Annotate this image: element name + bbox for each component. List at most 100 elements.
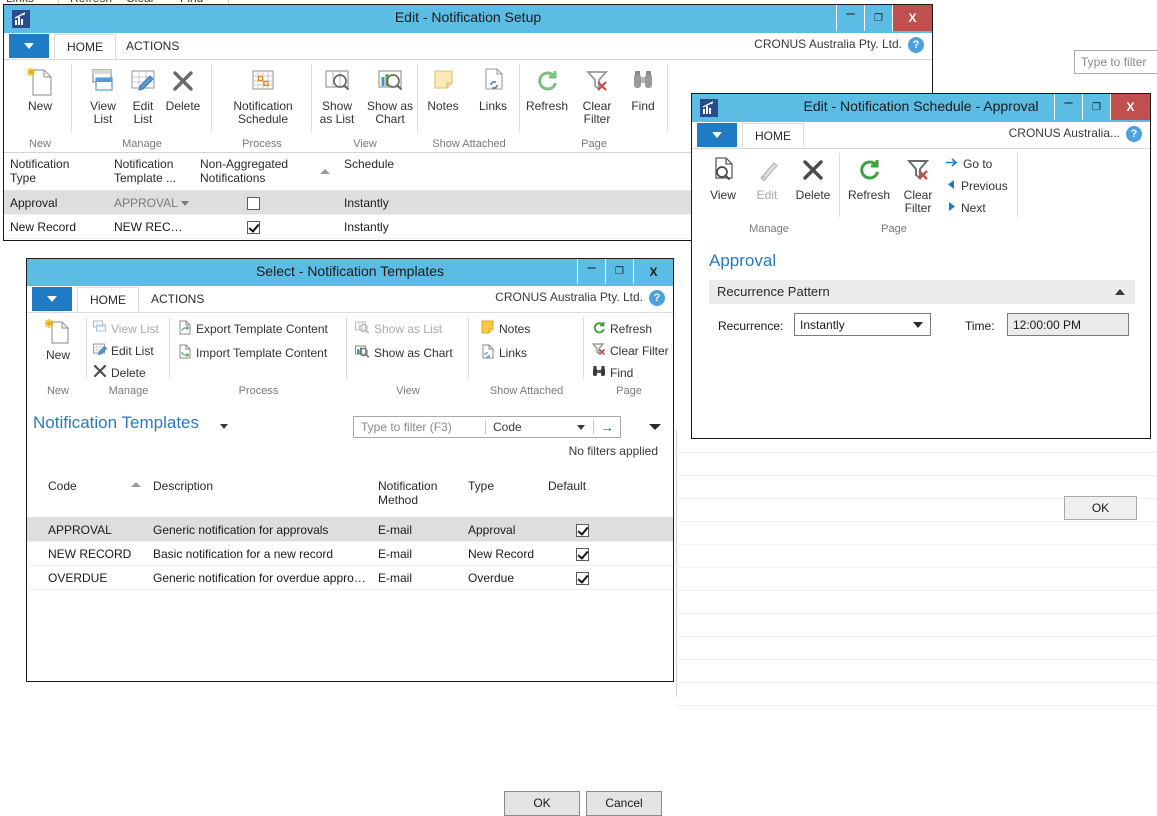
edit-list-button[interactable]: Edit List [93, 342, 154, 359]
background-grid-row [676, 637, 1157, 660]
edit-button[interactable]: Edit [746, 153, 788, 202]
tab-home[interactable]: HOME [54, 34, 116, 59]
minimize-button[interactable]: – [836, 5, 864, 31]
application-menu-button[interactable] [697, 123, 737, 147]
checkbox-default[interactable] [575, 524, 589, 538]
ok-button[interactable]: OK [504, 791, 580, 816]
new-button[interactable]: New [11, 64, 69, 113]
tab-home[interactable]: HOME [742, 123, 804, 148]
tab-home[interactable]: HOME [77, 287, 139, 312]
cell-default[interactable] [542, 518, 622, 541]
background-filter-input[interactable]: Type to filter [1074, 50, 1157, 74]
time-field[interactable]: 12:00:00 PM [1007, 313, 1129, 336]
cell-description: Generic notification for overdue approv.… [153, 571, 369, 585]
expand-filter-pane-icon[interactable] [649, 424, 661, 430]
cell-notification-template[interactable]: APPROVAL [108, 191, 194, 214]
show-as-chart-button[interactable]: Show as Chart [362, 64, 418, 126]
help-icon[interactable]: ? [649, 290, 665, 306]
refresh-button[interactable]: Refresh [592, 320, 652, 337]
column-header-type[interactable]: Type [462, 475, 542, 517]
chevron-down-icon[interactable] [913, 321, 923, 328]
clear-filter-button[interactable]: Clear Filter [574, 64, 620, 126]
fasttab-recurrence-pattern[interactable]: Recurrence Pattern [709, 280, 1135, 304]
notes-button[interactable]: Notes [481, 320, 530, 337]
export-template-content-button[interactable]: Export Template Content [178, 320, 328, 338]
clear-filter-button[interactable]: Clear Filter [896, 153, 940, 215]
show-as-list-button[interactable]: Show as List [355, 320, 442, 337]
table-row[interactable]: NEW RECORD Basic notification for a new … [27, 542, 673, 566]
help-icon[interactable]: ? [1126, 126, 1142, 142]
recurrence-select[interactable]: Instantly [794, 313, 931, 336]
minimize-button[interactable]: – [1054, 94, 1082, 120]
ok-button[interactable]: OK [1064, 496, 1137, 520]
close-button[interactable]: X [633, 259, 673, 284]
column-header-schedule[interactable]: Schedule [338, 153, 498, 190]
chevron-down-icon[interactable] [577, 424, 585, 430]
chevron-down-icon[interactable] [181, 201, 189, 206]
minimize-button[interactable]: – [577, 259, 605, 284]
column-header-non-aggregated[interactable]: Non-Aggregated Notifications [194, 153, 312, 190]
notes-button[interactable]: Notes [418, 64, 468, 113]
column-header-default[interactable]: Default [542, 475, 622, 517]
page-title-dropdown-icon[interactable] [220, 424, 228, 429]
column-header-description[interactable]: Description [147, 475, 372, 517]
column-header-code[interactable]: Code [27, 475, 125, 517]
cell-notification-template[interactable]: NEW RECORD [108, 215, 194, 238]
checkbox-default[interactable] [575, 548, 589, 562]
application-menu-button[interactable] [32, 287, 72, 311]
view-button[interactable]: View [700, 153, 746, 202]
chart-app-icon [700, 99, 718, 117]
show-as-chart-button[interactable]: Show as Chart [355, 344, 453, 361]
cell-default[interactable] [542, 542, 622, 565]
links-icon [481, 344, 495, 362]
filter-field-value[interactable]: Code [486, 420, 577, 434]
table-row[interactable]: OVERDUE Generic notification for overdue… [27, 566, 673, 590]
tab-actions[interactable]: ACTIONS [114, 34, 191, 59]
filter-input[interactable]: Type to filter (F3) [354, 420, 485, 434]
filter-apply-icon[interactable]: → [594, 419, 620, 435]
ribbon-group-label-process: Process [242, 138, 282, 150]
cell-non-aggregated[interactable] [194, 215, 312, 238]
checkbox-non-aggregated[interactable] [246, 197, 260, 211]
view-list-button[interactable]: View List [93, 320, 159, 337]
next-button[interactable]: Next [946, 201, 986, 215]
filter-bar[interactable]: Type to filter (F3) Code → [353, 416, 621, 438]
column-header-notification-type[interactable]: Notification Type [4, 153, 108, 190]
schedule-title-bar[interactable]: Edit - Notification Schedule - Approval … [692, 94, 1150, 122]
chevron-up-icon[interactable] [1115, 289, 1125, 295]
checkbox-default[interactable] [575, 572, 589, 586]
setup-title-bar[interactable]: Edit - Notification Setup – ❐ X [4, 5, 932, 33]
delete-button[interactable]: Delete [788, 153, 838, 202]
show-as-list-button[interactable]: Show as List [312, 64, 362, 126]
go-to-button[interactable]: Go to [946, 157, 992, 171]
maximize-button[interactable]: ❐ [1082, 94, 1110, 120]
find-button[interactable]: Find [620, 64, 666, 113]
checkbox-non-aggregated[interactable] [246, 221, 260, 235]
close-button[interactable]: X [1110, 94, 1150, 120]
notification-schedule-button[interactable]: Notification Schedule [223, 64, 303, 126]
cancel-button[interactable]: Cancel [586, 791, 662, 816]
table-row[interactable]: APPROVAL Generic notification for approv… [27, 518, 673, 542]
new-button[interactable]: New [30, 317, 86, 362]
maximize-button[interactable]: ❐ [864, 5, 892, 31]
close-button[interactable]: X [892, 5, 932, 31]
find-button[interactable]: Find [592, 364, 633, 381]
help-icon[interactable]: ? [908, 37, 924, 53]
clear-filter-button[interactable]: Clear Filter [591, 342, 669, 359]
delete-button[interactable]: Delete [154, 64, 212, 113]
previous-button[interactable]: Previous [946, 179, 1008, 193]
refresh-button[interactable]: Refresh [520, 64, 574, 113]
delete-button[interactable]: Delete [93, 364, 146, 381]
links-button[interactable]: Links [481, 344, 527, 362]
templates-title-bar[interactable]: Select - Notification Templates – ❐ X [27, 259, 673, 286]
column-header-notification-method[interactable]: Notification Method [372, 475, 462, 517]
import-template-content-button[interactable]: Import Template Content [178, 344, 327, 362]
maximize-button[interactable]: ❐ [605, 259, 633, 284]
links-button[interactable]: Links [468, 64, 518, 113]
application-menu-button[interactable] [9, 34, 49, 58]
refresh-button[interactable]: Refresh [842, 153, 896, 202]
tab-actions[interactable]: ACTIONS [139, 287, 216, 312]
cell-default[interactable] [542, 566, 622, 589]
cell-non-aggregated[interactable] [194, 191, 312, 214]
column-header-notification-template[interactable]: Notification Template ... [108, 153, 194, 190]
